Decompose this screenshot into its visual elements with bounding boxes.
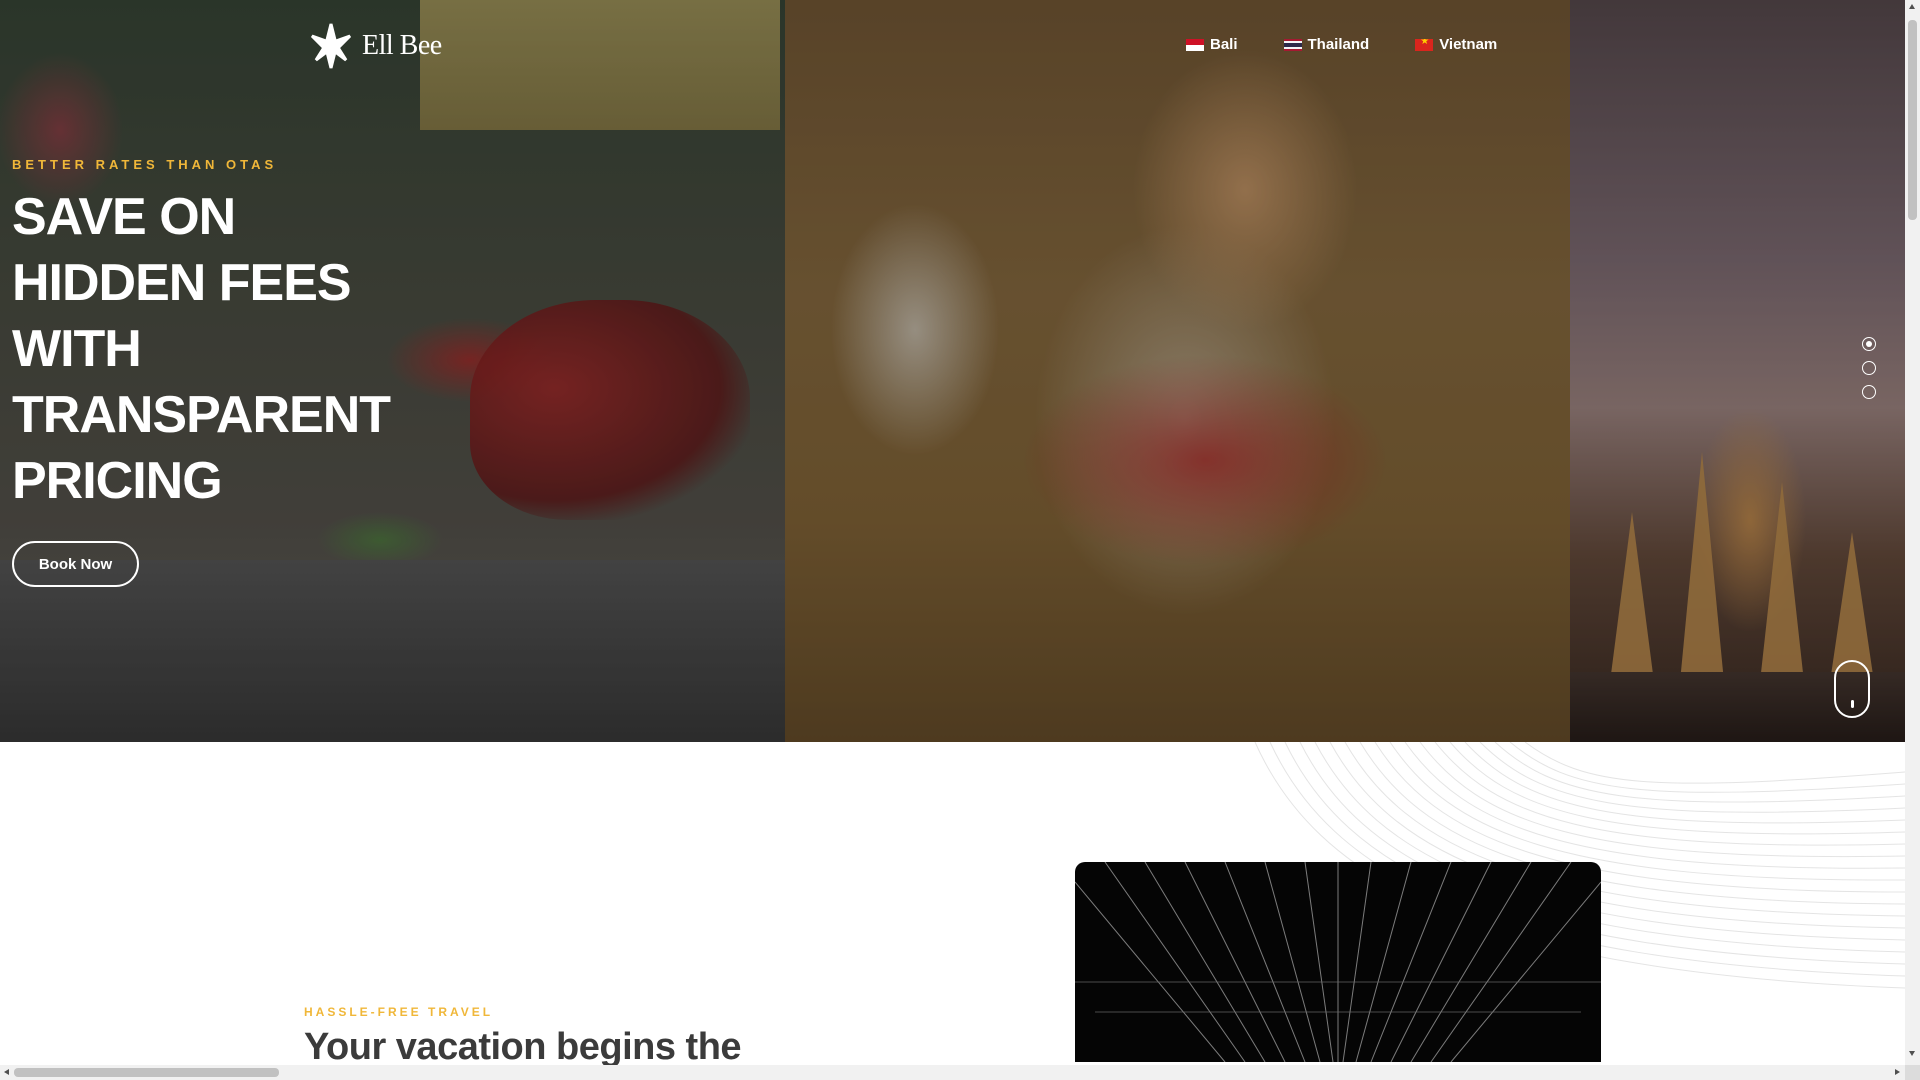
brand-name: Ell Bee [362, 30, 442, 61]
slide-dot-2[interactable] [1862, 361, 1876, 375]
intro-eyebrow: HASSLE-FREE TRAVEL [304, 1005, 494, 1019]
book-now-button[interactable]: Book Now [12, 541, 139, 587]
scroll-down-arrow-icon[interactable] [1909, 1051, 1915, 1056]
architecture-ceiling-image [1075, 862, 1601, 1062]
ellbee-star-logo-icon [310, 23, 352, 69]
hero-headline-line: PRICING [12, 452, 223, 510]
horizontal-scroll-thumb[interactable] [14, 1068, 279, 1077]
slide-dot-1[interactable] [1862, 337, 1876, 351]
hero-slider: Ell Bee Bali Thailand Vietnam BETTER RAT… [0, 0, 1905, 742]
hero-headline-line: SAVE ON [12, 188, 236, 246]
hero-headline-line: TRANSPARENT [12, 386, 391, 444]
nav-item-vietnam[interactable]: Vietnam [1415, 36, 1497, 53]
thailand-flag-icon [1283, 38, 1302, 51]
indonesia-flag-icon [1186, 38, 1204, 51]
nav-item-bali[interactable]: Bali [1186, 36, 1238, 53]
nav-item-thailand[interactable]: Thailand [1283, 36, 1370, 53]
brand-logo-link[interactable]: Ell Bee [306, 20, 442, 72]
nav-item-label: Thailand [1307, 36, 1370, 53]
hero-headline-line: HIDDEN FEES [12, 254, 352, 312]
horizontal-scrollbar[interactable] [0, 1065, 1905, 1080]
scroll-up-arrow-icon[interactable] [1909, 4, 1915, 9]
hero-headline-line: WITH [12, 320, 142, 378]
vietnam-flag-icon [1415, 38, 1434, 51]
slider-pagination [1862, 337, 1876, 399]
scroll-right-arrow-icon[interactable] [1895, 1069, 1900, 1075]
vertical-scroll-thumb[interactable] [1908, 20, 1917, 220]
nav-item-label: Bali [1210, 36, 1238, 53]
hero-headline: SAVE ON HIDDEN FEES WITH TRANSPARENT PRI… [12, 184, 432, 514]
intro-heading: Your vacation begins the [304, 1026, 742, 1068]
main-navigation: Bali Thailand Vietnam [1186, 36, 1543, 53]
nav-item-label: Vietnam [1439, 36, 1498, 53]
vertical-scrollbar[interactable] [1905, 0, 1920, 1080]
slide-dot-3[interactable] [1862, 385, 1876, 399]
hero-eyebrow: BETTER RATES THAN OTAS [12, 157, 278, 172]
scroll-down-mouse-icon[interactable] [1834, 660, 1870, 718]
intro-video-card[interactable] [1075, 862, 1601, 1062]
scroll-left-arrow-icon[interactable] [4, 1069, 9, 1075]
